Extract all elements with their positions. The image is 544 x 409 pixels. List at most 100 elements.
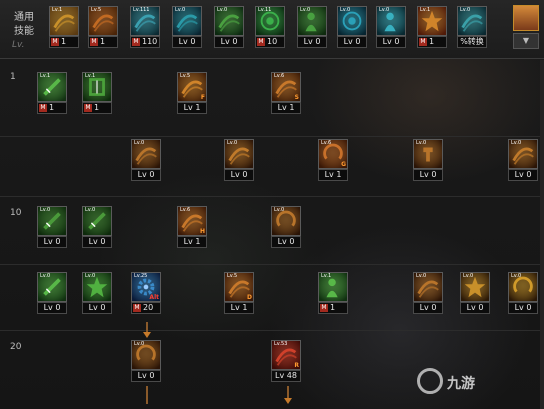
spark-icon[interactable]: Lv.0 — [460, 272, 490, 302]
master-badge: M — [419, 38, 427, 46]
common-skill-slot[interactable]: Lv.0 Lv 0 — [376, 6, 406, 48]
skill-green-explode[interactable]: Lv.0 Lv 0 — [82, 272, 112, 314]
blade-icon[interactable]: Lv.0 — [37, 206, 67, 236]
gear-icon[interactable]: Lv.25 Alt — [131, 272, 161, 302]
master-badge: M — [90, 38, 98, 46]
hotkey-badge: F — [200, 94, 205, 101]
eye-icon[interactable]: Lv.0 — [337, 6, 367, 36]
crash-icon[interactable]: Lv.5 D — [224, 272, 254, 302]
dagger-icon[interactable]: Lv.0 — [82, 206, 112, 236]
skill-orange-rush-h[interactable]: Lv.6 H Lv 1 — [177, 206, 207, 248]
fang-icon[interactable]: Lv.0 — [508, 139, 538, 169]
skill-level-box: Lv 0 — [82, 236, 112, 248]
skill-level-box: Lv 0 — [37, 302, 67, 314]
slash-icon[interactable]: Lv.5 F — [177, 72, 207, 102]
skill-orange-ring[interactable]: Lv.0 Lv 0 — [131, 340, 161, 382]
dash-icon[interactable]: Lv.0 — [214, 6, 244, 36]
skill-level-box: Lv 0 — [271, 236, 301, 248]
hotkey-badge: H — [199, 228, 205, 235]
skill-orange-swirl[interactable]: Lv.0 Lv 0 — [271, 206, 301, 248]
comet-icon[interactable]: Lv.53 R — [271, 340, 301, 370]
skill-orange-wave-s[interactable]: Lv.6 S Lv 1 — [271, 72, 301, 114]
strike-icon[interactable]: Lv.0 — [37, 272, 67, 302]
rush-icon[interactable]: Lv.6 H — [177, 206, 207, 236]
skill-orange-spin-g[interactable]: Lv.6 G Lv 1 — [318, 139, 348, 181]
common-skill-slot[interactable]: Lv.1 M 1 — [417, 6, 447, 48]
skill-green-shield[interactable]: Lv.1 M 1 — [82, 72, 112, 114]
cross-icon[interactable]: Lv.0 — [413, 139, 443, 169]
skill-level-box: Lv 1 — [224, 302, 254, 314]
skill-max-level: Lv.0 — [85, 273, 96, 279]
runner-icon[interactable]: Lv.0 — [297, 6, 327, 36]
skill-green-strike[interactable]: Lv.0 Lv 0 — [37, 272, 67, 314]
common-skill-slot[interactable]: Lv.1 M 1 — [49, 6, 79, 48]
chevron-down-icon[interactable]: ▼ — [513, 33, 539, 49]
skill-max-level: Lv.0 — [40, 273, 51, 279]
row-divider — [0, 330, 544, 331]
swirl-icon[interactable]: Lv.0 — [271, 206, 301, 236]
skill-level-value: Lv 0 — [419, 303, 437, 312]
skill-green-buff[interactable]: Lv.1 M 1 — [318, 272, 348, 314]
common-skill-slot[interactable]: Lv.11 M 10 — [255, 6, 285, 48]
skill-level-value: Lv 0 — [88, 303, 106, 312]
common-skill-slot[interactable]: Lv.0 Lv 0 — [297, 6, 327, 48]
spear-icon[interactable]: Lv.0 — [224, 139, 254, 169]
wings-icon[interactable]: Lv.0 — [172, 6, 202, 36]
body-icon[interactable]: Lv.0 — [376, 6, 406, 36]
skill-level-value: 20 — [143, 303, 154, 312]
skill-level-value: 1 — [330, 303, 336, 312]
spin-icon[interactable]: Lv.6 G — [318, 139, 348, 169]
common-skill-slot[interactable]: Lv.111 M 110 — [130, 6, 160, 48]
skill-level-box: Lv 0 — [131, 370, 161, 382]
kick-icon[interactable]: Lv.5 — [88, 6, 118, 36]
common-skill-slot[interactable]: Lv.0 %转换 — [457, 6, 487, 48]
common-skill-slot[interactable]: Lv.0 Lv 0 — [214, 6, 244, 48]
skill-orange-spear[interactable]: Lv.0 Lv 0 — [224, 139, 254, 181]
scrollbar[interactable] — [540, 60, 544, 409]
skill-green-dagger[interactable]: Lv.0 Lv 0 — [82, 206, 112, 248]
common-skill-slot[interactable]: Lv.0 Lv 0 — [172, 6, 202, 48]
claw-icon[interactable]: Lv.111 — [130, 6, 160, 36]
arc-icon[interactable]: Lv.0 — [413, 272, 443, 302]
claws-icon[interactable]: Lv.0 — [131, 139, 161, 169]
skill-max-level: Lv.0 — [463, 273, 474, 279]
skill-green-sword[interactable]: Lv.1 M 1 — [37, 72, 67, 114]
skill-orange-claws[interactable]: Lv.0 Lv 0 — [131, 139, 161, 181]
target-icon[interactable]: Lv.11 — [255, 6, 285, 36]
fist-icon[interactable]: Lv.1 — [49, 6, 79, 36]
skill-level-box: M1 — [49, 36, 79, 48]
skill-green-blade[interactable]: Lv.0 Lv 0 — [37, 206, 67, 248]
common-skill-slot[interactable]: Lv.5 M 1 — [88, 6, 118, 48]
skill-level-value: 1 — [61, 37, 67, 46]
skill-orange-crash-d[interactable]: Lv.5 D Lv 1 — [224, 272, 254, 314]
ring-icon[interactable]: Lv.0 — [131, 340, 161, 370]
skill-orange-arc[interactable]: Lv.0 Lv 0 — [413, 272, 443, 314]
row-divider — [0, 196, 544, 197]
character-avatar[interactable] — [513, 5, 539, 31]
skill-blue-alt[interactable]: Lv.25 Alt M 20 — [131, 272, 161, 314]
moon-icon[interactable]: Lv.0 — [508, 272, 538, 302]
skill-level-value: Lv 0 — [137, 371, 155, 380]
skill-level-box: Lv 0 — [37, 236, 67, 248]
skill-level-box: Lv 0 — [508, 302, 538, 314]
skill-level-box: Lv 0 — [413, 169, 443, 181]
skill-red-ultimate-r[interactable]: Lv.53 R Lv 48 — [271, 340, 301, 382]
shield-icon[interactable]: Lv.1 — [82, 72, 112, 102]
master-badge: M — [257, 38, 265, 46]
burst-icon[interactable]: Lv.1 — [417, 6, 447, 36]
skill-max-level: Lv.11 — [258, 7, 272, 13]
skill-level-value: Lv 0 — [43, 303, 61, 312]
explode-icon[interactable]: Lv.0 — [82, 272, 112, 302]
common-skill-slot[interactable]: Lv.0 Lv 0 — [337, 6, 367, 48]
skill-orange-spark[interactable]: Lv.0 Lv 0 — [460, 272, 490, 314]
skill-level-value: Lv 1 — [324, 170, 342, 179]
skill-orange-fang[interactable]: Lv.0 Lv 0 — [508, 139, 538, 181]
skill-orange-moon[interactable]: Lv.0 Lv 0 — [508, 272, 538, 314]
magic-book-icon[interactable]: Lv.0 — [457, 6, 487, 36]
wave-icon[interactable]: Lv.6 S — [271, 72, 301, 102]
buff-icon[interactable]: Lv.1 — [318, 272, 348, 302]
skill-orange-cross[interactable]: Lv.0 Lv 0 — [413, 139, 443, 181]
sword-icon[interactable]: Lv.1 — [37, 72, 67, 102]
skill-orange-slash-f[interactable]: Lv.5 F Lv 1 — [177, 72, 207, 114]
skill-level-value: Lv 0 — [466, 303, 484, 312]
